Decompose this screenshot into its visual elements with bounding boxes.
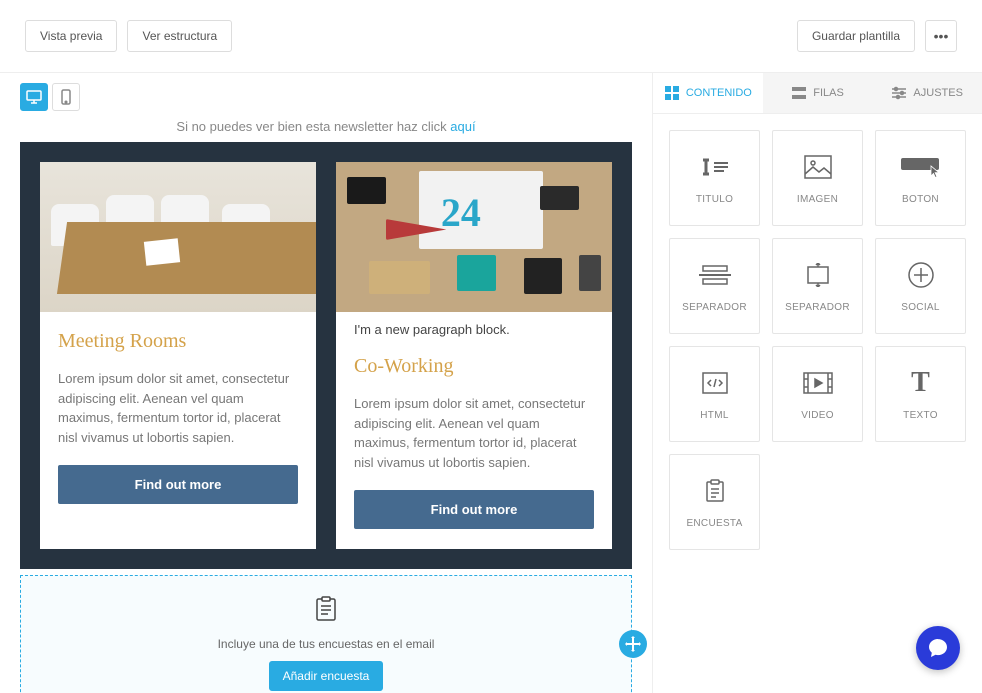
component-label: BOTON [902, 194, 939, 205]
component-label: ENCUESTA [686, 518, 742, 529]
desktop-viewport-button[interactable] [20, 83, 48, 111]
component-title[interactable]: TITULO [669, 130, 760, 226]
preview-hint: Si no puedes ver bien esta newsletter ha… [20, 119, 632, 134]
separator-alt-icon [804, 260, 832, 290]
move-handle[interactable] [619, 630, 647, 658]
email-canvas[interactable]: Meeting Rooms Lorem ipsum dolor sit amet… [20, 142, 632, 569]
component-label: SEPARADOR [785, 302, 850, 313]
card-pretext: I'm a new paragraph block. [336, 312, 612, 337]
component-html[interactable]: HTML [669, 346, 760, 442]
card-body: Meeting Rooms Lorem ipsum dolor sit amet… [40, 312, 316, 549]
rows-icon [791, 85, 807, 101]
viewport-toggle [20, 83, 632, 111]
toolbar-right: Guardar plantilla ••• [797, 20, 957, 52]
desktop-icon [26, 90, 42, 104]
card-title: Co-Working [354, 355, 594, 378]
button-icon [901, 152, 941, 182]
right-sidebar: CONTENIDO FILAS AJUSTES TITULO IMAGEN [652, 73, 982, 693]
tab-label: CONTENIDO [686, 87, 752, 99]
move-icon [625, 636, 641, 652]
editor-panel: Si no puedes ver bien esta newsletter ha… [0, 73, 652, 693]
component-separator[interactable]: SEPARADOR [669, 238, 760, 334]
dropzone-text: Incluye una de tus encuestas en el email [41, 637, 611, 651]
survey-drop-zone[interactable]: Incluye una de tus encuestas en el email… [20, 575, 632, 693]
card-image: 24 [336, 162, 612, 312]
component-survey[interactable]: ENCUESTA [669, 454, 760, 550]
card-title: Meeting Rooms [58, 330, 298, 353]
html-icon [702, 368, 728, 398]
sliders-icon [891, 85, 907, 101]
text-icon: T [911, 368, 930, 398]
component-label: HTML [700, 410, 728, 421]
top-toolbar: Vista previa Ver estructura Guardar plan… [0, 0, 982, 73]
tab-settings[interactable]: AJUSTES [872, 73, 982, 113]
component-button[interactable]: BOTON [875, 130, 966, 226]
sidebar-tabs: CONTENIDO FILAS AJUSTES [653, 73, 982, 114]
card-body: Co-Working Lorem ipsum dolor sit amet, c… [336, 337, 612, 549]
component-palette: TITULO IMAGEN BOTON SEPARADOR SEPARADOR … [653, 114, 982, 566]
component-image[interactable]: IMAGEN [772, 130, 863, 226]
card-text: Lorem ipsum dolor sit amet, consectetur … [58, 369, 298, 447]
structure-button[interactable]: Ver estructura [127, 20, 232, 52]
component-video[interactable]: VIDEO [772, 346, 863, 442]
find-out-more-button[interactable]: Find out more [354, 490, 594, 529]
separator-icon [699, 260, 731, 290]
tab-label: AJUSTES [913, 87, 963, 99]
mobile-icon [61, 89, 71, 105]
main-area: Si no puedes ver bien esta newsletter ha… [0, 73, 982, 693]
add-survey-button[interactable]: Añadir encuesta [269, 661, 384, 691]
ellipsis-icon: ••• [934, 28, 949, 44]
component-label: SEPARADOR [682, 302, 747, 313]
more-menu-button[interactable]: ••• [925, 20, 957, 52]
preview-button[interactable]: Vista previa [25, 20, 117, 52]
mobile-viewport-button[interactable] [52, 83, 80, 111]
card-coworking[interactable]: 24 I'm a new paragraph block. Co-Working… [336, 162, 612, 549]
card-image [40, 162, 316, 312]
social-icon [908, 260, 934, 290]
title-icon [700, 152, 730, 182]
component-label: IMAGEN [797, 194, 838, 205]
tab-rows[interactable]: FILAS [763, 73, 873, 113]
hint-link[interactable]: aquí [450, 119, 475, 134]
help-fab[interactable] [916, 626, 960, 670]
card-text: Lorem ipsum dolor sit amet, consectetur … [354, 394, 594, 472]
toolbar-left: Vista previa Ver estructura [25, 20, 232, 52]
component-label: TEXTO [903, 410, 938, 421]
card-meeting-rooms[interactable]: Meeting Rooms Lorem ipsum dolor sit amet… [40, 162, 316, 549]
video-icon [803, 368, 833, 398]
survey-component-icon [705, 476, 725, 506]
image-icon [804, 152, 832, 182]
component-label: SOCIAL [901, 302, 939, 313]
chat-icon [927, 637, 949, 659]
coworking-illustration: 24 [336, 162, 612, 312]
component-social[interactable]: SOCIAL [875, 238, 966, 334]
component-text[interactable]: T TEXTO [875, 346, 966, 442]
component-label: VIDEO [801, 410, 834, 421]
meeting-room-illustration [40, 162, 316, 312]
tab-content[interactable]: CONTENIDO [653, 73, 763, 113]
grid-icon [664, 85, 680, 101]
survey-icon [41, 596, 611, 627]
tab-label: FILAS [813, 87, 844, 99]
find-out-more-button[interactable]: Find out more [58, 465, 298, 504]
hint-text: Si no puedes ver bien esta newsletter ha… [176, 119, 450, 134]
component-separator-alt[interactable]: SEPARADOR [772, 238, 863, 334]
save-template-button[interactable]: Guardar plantilla [797, 20, 915, 52]
component-label: TITULO [696, 194, 733, 205]
